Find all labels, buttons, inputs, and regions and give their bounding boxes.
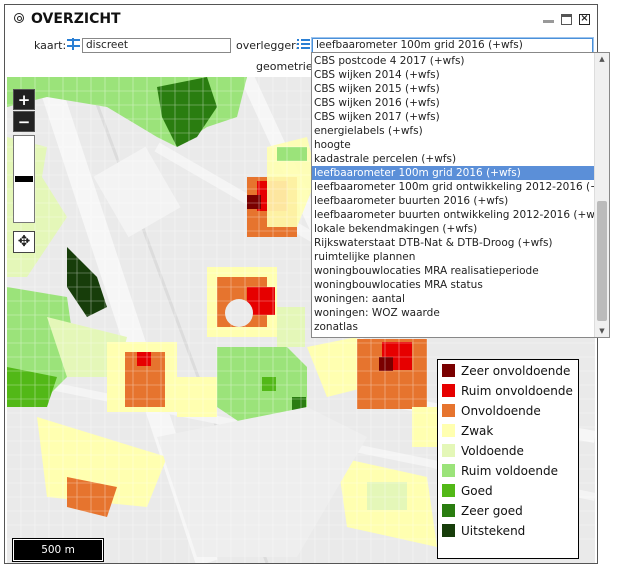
dropdown-option[interactable]: woningen: aantal xyxy=(312,292,595,306)
pan-move-icon[interactable]: ✥ xyxy=(13,231,35,253)
legend-item: Onvoldoende xyxy=(442,404,541,420)
legend-swatch xyxy=(442,364,455,377)
legend-label: Zwak xyxy=(461,424,494,438)
dropdown-option[interactable]: ruimtelijke plannen xyxy=(312,250,595,264)
zoom-slider-thumb[interactable] xyxy=(15,176,33,182)
legend-item: Goed xyxy=(442,484,493,500)
legend-swatch xyxy=(442,404,455,417)
scrollbar-thumb[interactable] xyxy=(597,201,607,321)
compass-icon xyxy=(14,13,24,23)
dropdown-option[interactable]: hoogte xyxy=(312,138,595,152)
dropdown-option[interactable]: CBS wijken 2014 (+wfs) xyxy=(312,68,595,82)
dropdown-option[interactable]: zonatlas xyxy=(312,320,595,334)
list-icon xyxy=(297,39,310,49)
dropdown-option[interactable]: leefbaarometer 100m grid ontwikkeling 20… xyxy=(312,180,609,194)
dropdown-option[interactable]: CBS postcode 4 2017 (+wfs) xyxy=(312,54,595,68)
layers-icon xyxy=(67,38,80,50)
title-bar: OVERZICHT × xyxy=(5,5,597,33)
legend-item: Zwak xyxy=(442,424,493,440)
kaart-label: kaart: xyxy=(34,39,67,52)
dropdown-option[interactable]: woningbouwlocaties MRA realisatieperiode xyxy=(312,264,595,278)
legend-swatch xyxy=(442,504,455,517)
zoom-in-button[interactable]: + xyxy=(13,89,35,110)
minimize-button[interactable] xyxy=(543,14,554,23)
zoom-out-button[interactable]: − xyxy=(13,111,35,132)
kaart-select[interactable]: discreet xyxy=(82,38,231,53)
legend-swatch xyxy=(442,444,455,457)
scroll-up-icon[interactable]: ▲ xyxy=(595,53,609,65)
dropdown-option[interactable]: CBS wijken 2016 (+wfs) xyxy=(312,96,595,110)
legend-swatch xyxy=(442,384,455,397)
geometrie-label: geometrie: xyxy=(256,60,317,73)
legend-item: Voldoende xyxy=(442,444,524,460)
legend-swatch xyxy=(442,424,455,437)
legend-label: Goed xyxy=(461,484,493,498)
legend-swatch xyxy=(442,524,455,537)
legend-label: Zeer goed xyxy=(461,504,523,518)
legend-item: Uitstekend xyxy=(442,524,525,540)
overlegger-label: overlegger: xyxy=(236,39,300,52)
legend-item: Ruim voldoende xyxy=(442,464,558,480)
legend-label: Zeer onvoldoende xyxy=(461,364,571,378)
legend: Zeer onvoldoende Ruim onvoldoende Onvold… xyxy=(437,359,579,559)
dropdown-option[interactable]: CBS wijken 2015 (+wfs) xyxy=(312,82,595,96)
overlegger-dropdown-list[interactable]: CBS postcode 4 2017 (+wfs) CBS wijken 20… xyxy=(311,52,610,338)
dropdown-option[interactable]: leefbaarometer buurten ontwikkeling 2012… xyxy=(312,208,608,222)
maximize-button[interactable] xyxy=(561,14,572,25)
legend-label: Ruim onvoldoende xyxy=(461,384,573,398)
legend-label: Voldoende xyxy=(461,444,524,458)
legend-label: Uitstekend xyxy=(461,524,526,538)
dropdown-option[interactable]: energielabels (+wfs) xyxy=(312,124,595,138)
overlegger-select[interactable]: leefbaarometer 100m grid 2016 (+wfs) xyxy=(312,38,593,53)
dropdown-option[interactable]: lokale bekendmakingen (+wfs) xyxy=(312,222,595,236)
legend-item: Ruim onvoldoende xyxy=(442,384,573,400)
dropdown-option[interactable]: CBS wijken 2017 (+wfs) xyxy=(312,110,595,124)
close-button[interactable]: × xyxy=(579,14,590,25)
dropdown-scrollbar[interactable]: ▲ ▼ xyxy=(594,53,609,337)
window-title: OVERZICHT xyxy=(31,11,121,27)
scroll-down-icon[interactable]: ▼ xyxy=(595,325,609,337)
scale-bar: 500 m xyxy=(12,538,104,562)
zoom-slider[interactable] xyxy=(13,135,35,223)
dropdown-option[interactable]: woningen: WOZ waarde xyxy=(312,306,595,320)
legend-item: Zeer onvoldoende xyxy=(442,364,570,380)
dropdown-option[interactable]: woningbouwlocaties MRA status xyxy=(312,278,595,292)
legend-item: Zeer goed xyxy=(442,504,523,520)
dropdown-option[interactable]: kadastrale percelen (+wfs) xyxy=(312,152,595,166)
legend-label: Ruim voldoende xyxy=(461,464,558,478)
legend-swatch xyxy=(442,464,455,477)
dropdown-option-selected[interactable]: leefbaarometer 100m grid 2016 (+wfs) xyxy=(312,166,595,180)
dropdown-option[interactable]: Rijkswaterstaat DTB-Nat & DTB-Droog (+wf… xyxy=(312,236,595,250)
legend-swatch xyxy=(442,484,455,497)
legend-label: Onvoldoende xyxy=(461,404,541,418)
dropdown-option[interactable]: leefbaarometer buurten 2016 (+wfs) xyxy=(312,194,595,208)
